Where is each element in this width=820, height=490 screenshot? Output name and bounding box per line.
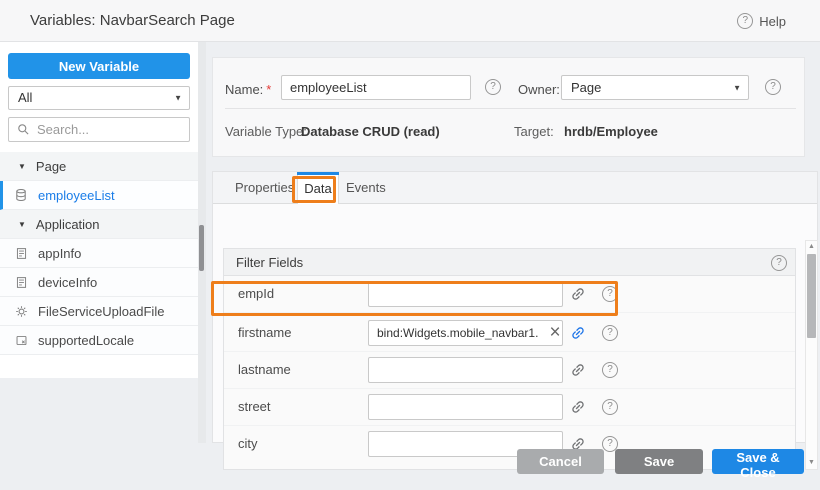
street-input[interactable] [368,394,563,420]
tree-group-label: Application [36,217,100,232]
field-help-icon[interactable]: ? [602,362,618,378]
chevron-down-icon: ▼ [174,94,182,103]
variable-search [8,117,190,142]
name-help-icon[interactable]: ? [485,79,501,95]
filter-fields-title: Filter Fields [236,249,303,276]
data-tab-content: Filter Fields ? empId ? firstname × [213,204,817,442]
owner-help-icon[interactable]: ? [765,79,781,95]
new-variable-button[interactable]: New Variable [8,53,190,79]
clear-binding-icon[interactable]: × [544,320,566,346]
help-button[interactable]: ? Help [737,0,786,42]
service-gear-icon [14,304,28,318]
help-label: Help [759,14,786,29]
filter-row-city: city ? [224,426,795,463]
filter-row-street: street ? [224,389,795,426]
filter-row-firstname: firstname × ? [224,315,795,352]
content-scrollbar-thumb[interactable] [807,254,816,338]
cancel-button[interactable]: Cancel [517,449,604,474]
info-divider [225,108,796,109]
name-label: Name:* [225,82,271,97]
field-label: firstname [238,325,291,340]
name-field[interactable] [281,75,471,100]
filter-fields-panel: Filter Fields ? empId ? firstname × [223,248,796,470]
variable-detail-panel: Properties Data Events Filter Fields ? e… [212,171,818,443]
filter-fields-help-icon[interactable]: ? [771,255,787,271]
tree-item-fileserviceuploadfile[interactable]: FileServiceUploadFile [0,297,198,326]
required-marker: * [266,82,271,97]
variable-filter-select[interactable]: All ▼ [8,86,190,110]
database-icon [14,188,28,202]
bind-link-icon[interactable] [570,286,586,302]
owner-select[interactable]: Page ▼ [561,75,749,100]
tree-item-label: appInfo [38,246,81,261]
tree-item-label: supportedLocale [38,333,134,348]
scroll-up-icon[interactable]: ▲ [806,241,817,253]
field-help-icon[interactable]: ? [602,325,618,341]
variable-type-label: Variable Type: [225,124,307,139]
tree-group-label: Page [36,159,66,174]
filter-row-lastname: lastname ? [224,352,795,389]
tree-item-employeelist[interactable]: employeeList [0,181,198,210]
tree-item-label: FileServiceUploadFile [38,304,164,319]
variables-dialog: Variables: NavbarSearch Page ? Help New … [0,0,820,490]
dialog-title: Variables: NavbarSearch Page [30,0,235,42]
tab-data[interactable]: Data [297,175,339,204]
bind-link-icon[interactable] [570,399,586,415]
filter-row-empid: empId ? [224,276,795,313]
collapse-triangle-icon: ▼ [18,162,26,171]
locale-icon [14,333,28,347]
field-label: street [238,399,271,414]
device-icon [14,275,28,289]
device-icon [14,246,28,260]
bind-link-icon[interactable] [570,362,586,378]
panel-scrollbar-thumb[interactable] [199,225,204,271]
tab-properties[interactable]: Properties [235,172,294,204]
field-help-icon[interactable]: ? [602,399,618,415]
tree-group-application[interactable]: ▼ Application [0,210,198,239]
tree-item-label: employeeList [38,188,115,203]
bind-link-icon-active[interactable] [570,325,586,341]
save-button[interactable]: Save [615,449,703,474]
variables-tree: ▼ Page employeeList ▼ Application appInf… [0,152,198,355]
tab-events[interactable]: Events [346,172,386,204]
tree-group-page[interactable]: ▼ Page [0,152,198,181]
save-and-close-button[interactable]: Save & Close [712,449,804,474]
search-icon [17,123,30,136]
help-icon: ? [737,13,753,29]
field-label: lastname [238,362,291,377]
filter-fields-header: Filter Fields ? [224,249,795,276]
firstname-input[interactable] [368,320,563,346]
content-scrollbar[interactable]: ▲ ▼ [805,240,818,470]
lastname-input[interactable] [368,357,563,383]
field-help-icon[interactable]: ? [602,286,618,302]
panel-scrollbar[interactable] [198,42,206,443]
tree-item-appinfo[interactable]: appInfo [0,239,198,268]
target-label: Target: [514,124,554,139]
target-value: hrdb/Employee [564,124,658,139]
search-input[interactable] [35,119,185,140]
variable-info-panel: Name:* ? Owner:* Page ▼ ? Variable Type:… [212,57,805,157]
variable-type-value: Database CRUD (read) [301,124,440,139]
empid-input[interactable] [368,281,563,307]
tabbar: Properties Data Events [213,172,817,204]
variables-sidebar: New Variable All ▼ ▼ Page employeeList [0,42,198,378]
variable-filter-value: All [18,87,32,109]
tree-item-label: deviceInfo [38,275,97,290]
collapse-triangle-icon: ▼ [18,220,26,229]
tree-item-deviceinfo[interactable]: deviceInfo [0,268,198,297]
dialog-titlebar: Variables: NavbarSearch Page ? Help [0,0,820,42]
field-label: city [238,436,258,451]
owner-value: Page [571,76,601,99]
tree-item-supportedlocale[interactable]: supportedLocale [0,326,198,355]
chevron-down-icon: ▼ [733,83,741,92]
field-label: empId [238,286,274,301]
scroll-down-icon[interactable]: ▼ [806,457,817,469]
